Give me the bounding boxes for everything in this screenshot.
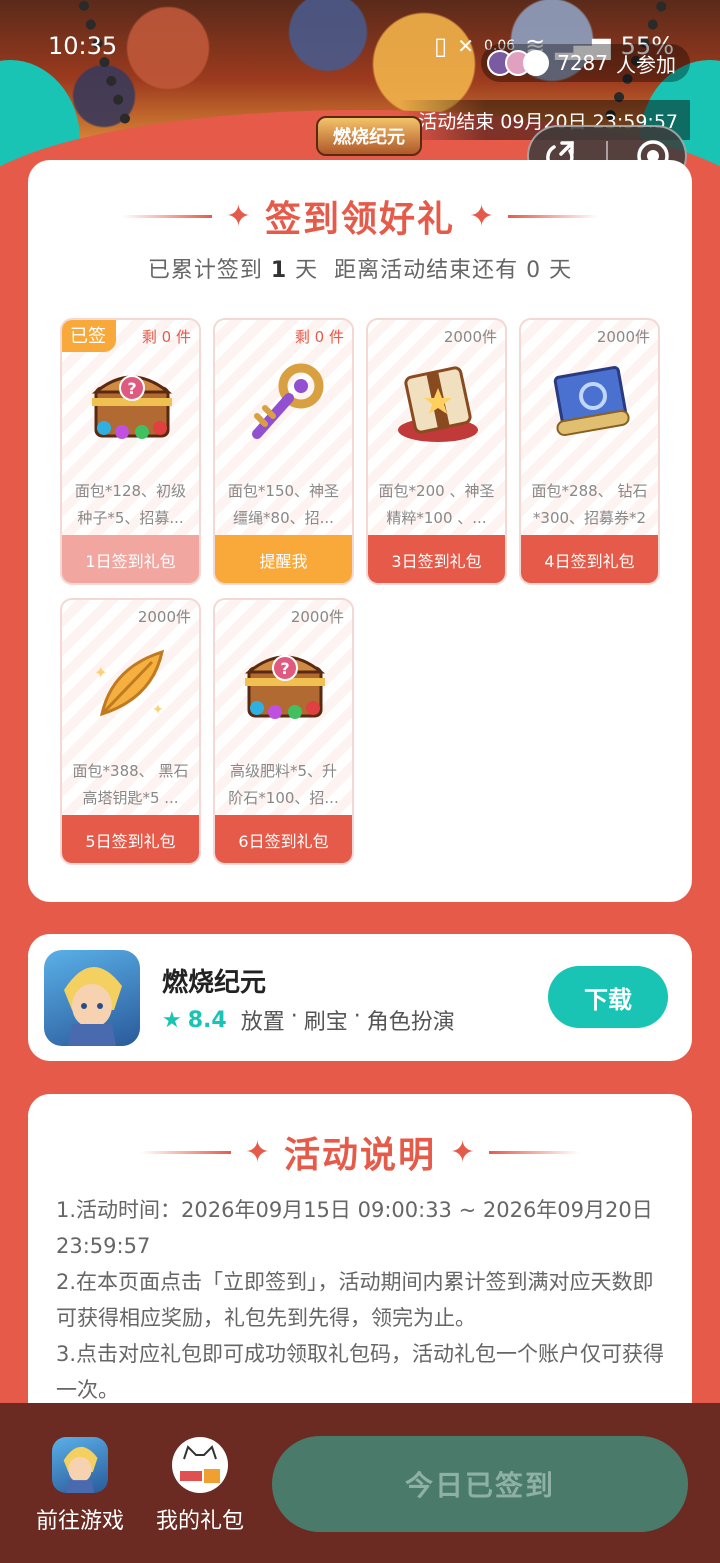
participants-badge: 7287 人参加 [481,44,690,82]
gift-stock: 2000件 [596,328,650,346]
mute-icon: ✕ [457,34,474,58]
go-to-game-button[interactable]: 前往游戏 [25,1437,135,1535]
summary-suffix: 天 [549,258,573,283]
gift-stock: 剩 0 件 [294,328,344,346]
rules-title: 活动说明 [283,1135,436,1176]
sparkle-icon: ✦ [469,198,495,234]
tag-separator: · [290,1004,298,1029]
checked-in-today-button[interactable]: 今日已签到 [272,1436,688,1532]
end-time-label: 活动结束 [418,110,495,133]
svg-text:?: ? [280,659,289,678]
signin-title-row: ✦ 签到领好礼 ✦ [28,190,692,242]
svg-text:✦: ✦ [152,702,164,718]
summary-mid: 天 距离活动结束还有 [295,258,519,283]
gift-box-icon [398,366,478,442]
signin-card: ✦ 签到领好礼 ✦ 已累计签到 1 天 距离活动结束还有 0 天 已签 剩 0 … [28,160,692,902]
title-line-right [508,214,599,218]
rule-line: 2.在本页面点击「立即签到」，活动期间内累计签到满对应天数即可获得相应奖励，礼包… [56,1270,654,1330]
my-gifts-button[interactable]: 我的礼包 [145,1437,255,1535]
sparkle-icon: ✦ [225,198,251,234]
gift-description: 面包*150、神圣缰绳*80、招... [227,482,340,527]
title-line-right [489,1150,580,1154]
download-button[interactable]: 下载 [548,966,668,1028]
gift-description: 面包*288、 钻石*300、招募券*2 [531,482,648,527]
go-to-game-label: 前往游戏 [35,1509,124,1534]
gift-button[interactable]: 5日签到礼包 [62,815,199,863]
remaining-days: 0 [526,258,542,283]
gift-card-day2[interactable]: 剩 0 件 面包*150、神圣缰绳*80、招... 提醒我 [213,318,354,585]
sparkle-icon: ✦ [450,1134,476,1170]
participants-suffix: 人参加 [616,52,676,77]
title-line-left [140,1150,231,1154]
rule-line: 3.点击对应礼包即可成功领取礼包码，活动礼包一个账户仅可获得一次。 [56,1342,665,1402]
game-info-card[interactable]: 燃烧纪元 ★ 8.4 放置 · 刷宝 · 角色扮演 下载 [28,934,692,1061]
star-icon: ★ [162,1007,182,1033]
tag-separator: · [353,1004,361,1029]
signin-summary: 已累计签到 1 天 距离活动结束还有 0 天 [28,252,692,284]
game-character-icon [64,966,122,1046]
summary-prefix: 已累计签到 [147,258,263,283]
my-gifts-label: 我的礼包 [155,1509,244,1534]
key-icon [252,363,324,439]
signed-tag: 已签 [62,320,116,352]
game-tags: 放置 · 刷宝 · 角色扮演 [241,1004,455,1036]
treasure-chest-icon: ? [91,375,173,439]
avatar [523,50,550,76]
gift-card-day5[interactable]: 2000件 ✦ ✦ 面包*388、 黑石高塔钥匙*5 ... 5日签到礼包 [60,598,201,865]
svg-text:✦: ✦ [94,663,107,682]
game-tag: 放置 [240,1010,285,1035]
game-name: 燃烧纪元 [162,968,267,998]
status-time: 10:35 [48,32,118,60]
gift-stock: 剩 0 件 [141,328,191,346]
game-app-icon [52,1437,108,1493]
gift-card-day4[interactable]: 2000件 面包*288、 钻石*300、招募券*2 4日签到礼包 [519,318,660,585]
game-rating: ★ 8.4 [162,1008,227,1033]
gift-description: 面包*388、 黑石高塔钥匙*5 ... [72,762,189,807]
gift-card-day3[interactable]: 2000件 面包*200 、神圣精粹*100 、... 3日签到礼包 [366,318,507,585]
rule-line: 1.活动时间：2026年09月15日 09:00:33 ~ 2026年09月20… [56,1198,653,1258]
game-app-icon[interactable] [44,950,140,1046]
gift-card-day6[interactable]: 2000件 ? 高级肥料*5、升阶石*100、招... 6日签到礼包 [213,598,354,865]
participants-count: 7287 [557,51,608,75]
vibrate-icon: ▯ [434,32,448,60]
gift-description: 面包*200 、神圣精粹*100 、... [378,482,495,527]
title-line-left [121,214,212,218]
game-logo: 燃烧纪元 [316,116,422,156]
gift-button[interactable]: 4日签到礼包 [521,535,658,583]
gift-stock: 2000件 [290,608,344,626]
remind-me-button[interactable]: 提醒我 [215,535,352,583]
game-tag: 刷宝 [303,1010,348,1035]
svg-text:?: ? [127,379,136,398]
cat-gift-icon [180,1445,220,1483]
game-tag: 角色扮演 [366,1010,455,1035]
treasure-chest-icon: ? [244,655,326,719]
gift-button[interactable]: 3日签到礼包 [368,535,505,583]
rules-text: 1.活动时间：2026年09月15日 09:00:33 ~ 2026年09月20… [56,1192,668,1408]
gift-stock: 2000件 [137,608,191,626]
game-character-icon [63,1446,98,1493]
gift-description: 高级肥料*5、升阶石*100、招... [228,762,339,807]
sparkle-icon: ✦ [244,1134,270,1170]
rules-title-row: ✦ 活动说明 ✦ [28,1126,692,1178]
gift-button[interactable]: 1日签到礼包 [62,535,199,583]
my-gifts-icon [172,1437,228,1493]
rules-card: ✦ 活动说明 ✦ 1.活动时间：2026年09月15日 09:00:33 ~ 2… [28,1094,692,1454]
gift-stock: 2000件 [443,328,497,346]
gift-card-day1[interactable]: 已签 剩 0 件 ? 面包*128、初级种子*5、招募... 1日签到礼包 [60,318,201,585]
feather-icon: ✦ ✦ [94,649,165,718]
participant-avatars [487,50,550,76]
gift-button[interactable]: 6日签到礼包 [215,815,352,863]
rating-value: 8.4 [187,1007,227,1033]
bottom-action-bar: 前往游戏 我的礼包 今日已签到 [0,1403,720,1563]
game-meta: ★ 8.4 放置 · 刷宝 · 角色扮演 [162,1004,455,1036]
signed-days: 1 [270,258,288,283]
signin-title: 签到领好礼 [264,199,455,240]
gift-description: 面包*128、初级种子*5、招募... [74,482,187,527]
scroll-icon [553,366,630,437]
